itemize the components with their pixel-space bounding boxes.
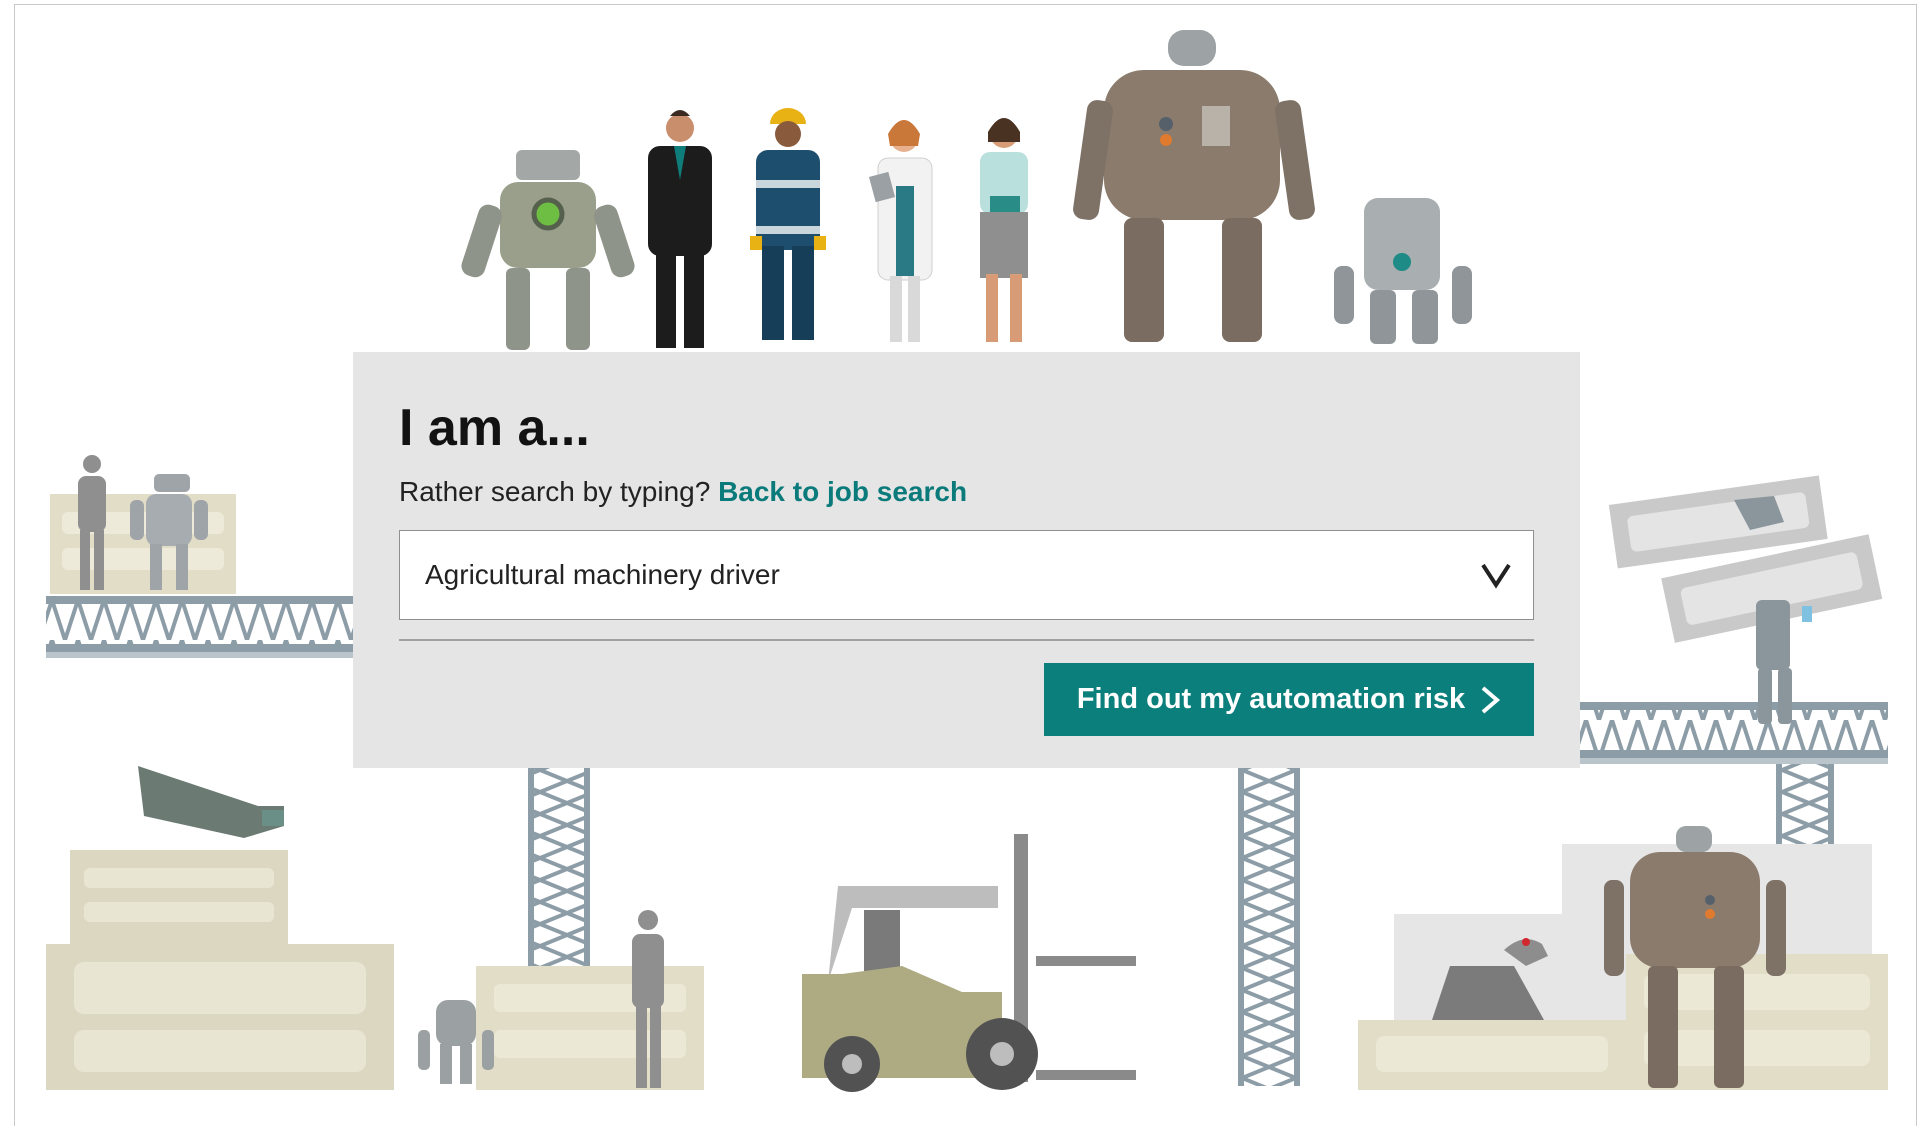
doctor-figure bbox=[868, 120, 933, 342]
chevron-down-icon bbox=[1481, 563, 1511, 589]
top-robot-green bbox=[461, 150, 635, 350]
forklift bbox=[802, 834, 1136, 1092]
page-heading: I am a... bbox=[399, 399, 590, 457]
search-prompt-text: Rather search by typing? bbox=[399, 476, 711, 507]
right-truss-bridge bbox=[1580, 702, 1888, 764]
flying-drone bbox=[138, 766, 284, 838]
occupation-select-value: Agricultural machinery driver bbox=[425, 559, 780, 590]
receptionist-figure bbox=[980, 118, 1028, 342]
top-robot-large bbox=[1073, 30, 1315, 342]
worker-figure bbox=[750, 108, 826, 340]
top-robot-small bbox=[1334, 198, 1472, 344]
businessman-figure bbox=[648, 110, 712, 348]
floating-panels bbox=[1608, 475, 1883, 724]
left-truss-bridge bbox=[46, 596, 354, 658]
occupation-select[interactable]: Agricultural machinery driver bbox=[399, 530, 1534, 620]
search-prompt: Rather search by typing? Back to job sea… bbox=[399, 476, 967, 508]
back-to-job-search-link[interactable]: Back to job search bbox=[718, 476, 967, 507]
job-selection-panel: I am a... Rather search by typing? Back … bbox=[353, 352, 1580, 768]
find-automation-risk-label: Find out my automation risk bbox=[1076, 683, 1466, 715]
chevron-right-icon bbox=[1481, 685, 1501, 714]
find-automation-risk-button[interactable]: Find out my automation risk bbox=[1044, 663, 1534, 736]
divider bbox=[399, 639, 1534, 641]
